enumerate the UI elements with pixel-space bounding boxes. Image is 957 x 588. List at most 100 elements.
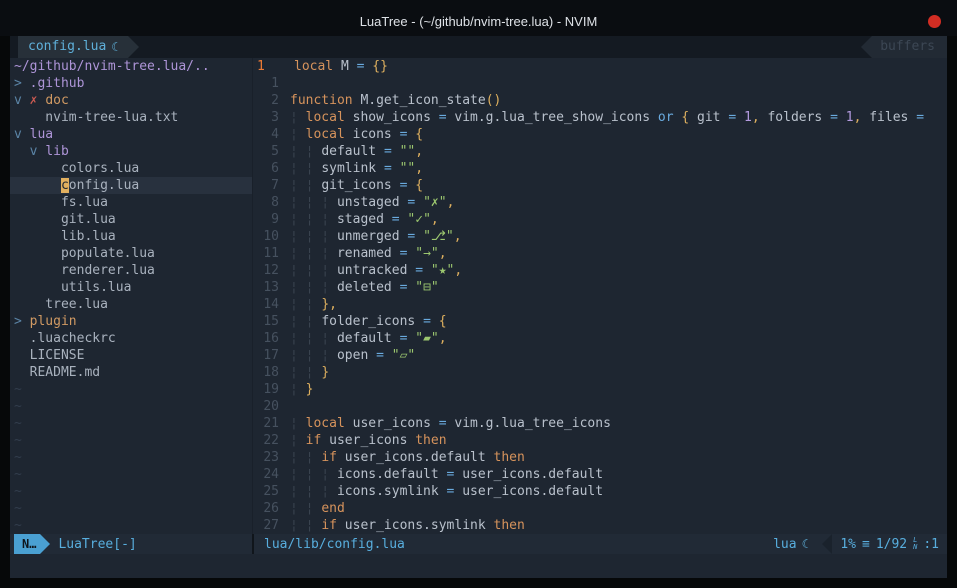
tree-row-lib-lua[interactable]: lib.lua [10,228,252,245]
code-text: ¦ if user_icons then [290,432,447,449]
code-line[interactable]: 12¦ ¦ ¦ untracked = "★", [253,262,947,279]
buffers-section[interactable]: buffers [872,36,947,58]
tree-row-doc[interactable]: v ✗ doc [10,92,252,109]
text-segment: ¦ ¦ [290,314,321,329]
tab-config-lua[interactable]: config.lua ☾ [18,36,128,58]
code-line[interactable]: 2function M.get_icon_state() [253,92,947,109]
code-line[interactable]: 7¦ ¦ git_icons = { [253,177,947,194]
code-text: ¦ ¦ folder_icons = { [290,313,447,330]
tree-row-readme[interactable]: README.md [10,364,252,381]
code-line[interactable]: 16¦ ¦ ¦ default = "▰", [253,330,947,347]
code-line[interactable]: 4¦ local icons = { [253,126,947,143]
text-segment: function [290,93,353,108]
text-segment: , [447,195,455,210]
code-line[interactable]: 20 [253,398,947,415]
text-segment: ~ [14,467,22,482]
tree-row-nvim-tree-lua-txt[interactable]: nvim-tree-lua.txt [10,109,252,126]
text-segment: , [415,161,423,176]
text-segment [392,144,400,159]
code-line[interactable]: 21 ¦ local user_icons = vim.g.lua_tree_ic… [253,415,947,432]
code-line[interactable]: 24 ¦ ¦ ¦ icons.default = user_icons.defau… [253,466,947,483]
tilde-row[interactable]: ~ [10,517,252,534]
code-line[interactable]: 5¦ ¦ default = "", [253,143,947,160]
code-line[interactable]: 6¦ ¦ symlink = "", [253,160,947,177]
line-number: 13 [253,279,281,296]
tab-label: config.lua [28,36,106,58]
code-line[interactable]: 17¦ ¦ ¦ open = "▱" [253,347,947,364]
lines-icon: ≡ [862,537,870,552]
code-line[interactable]: 8¦ ¦ ¦ unstaged = "✗", [253,194,947,211]
code-text: ¦ ¦ ¦ deleted = "⊟" [290,279,439,296]
tilde-row[interactable]: ~ [10,432,252,449]
tree-row-license[interactable]: LICENSE [10,347,252,364]
tilde-row[interactable]: ~ [10,415,252,432]
tree-row-utils-lua[interactable]: utils.lua [10,279,252,296]
text-segment: v [14,93,30,108]
code-line[interactable]: 18¦ ¦ } [253,364,947,381]
tree-row-config-lua[interactable]: config.lua [10,177,252,194]
text-segment: lib.lua [14,229,116,244]
code-line[interactable]: 26¦ ¦ end [253,500,947,517]
code-line[interactable]: 23¦ ¦ if user_icons.default then [253,449,947,466]
command-line[interactable] [10,554,947,578]
text-segment: LICENSE [14,348,84,363]
code-line[interactable]: 22¦ if user_icons then [253,432,947,449]
code-text: ¦ ¦ } [290,364,329,381]
code-text: ¦ local icons = { [290,126,423,143]
text-segment: ~ [14,382,22,397]
text-segment: ¦ ¦ [290,161,321,176]
tree-row-renderer-lua[interactable]: renderer.lua [10,262,252,279]
tree-row-tree-lua[interactable]: tree.lua [10,296,252,313]
line-number: 9 [253,211,281,228]
tilde-row[interactable]: ~ [10,500,252,517]
code-line[interactable]: 19¦ } [253,381,947,398]
tree-row-colors-lua[interactable]: colors.lua [10,160,252,177]
code-line[interactable]: 11¦ ¦ ¦ renamed = "→", [253,245,947,262]
line-number: 20 [253,398,281,415]
text-segment [924,110,932,125]
code-line[interactable]: 9¦ ¦ ¦ staged = "✓", [253,211,947,228]
tree-row-plugin[interactable]: > plugin [10,313,252,330]
tilde-row[interactable]: ~ [10,466,252,483]
tree-row-lua[interactable]: v lua [10,126,252,143]
code-line[interactable]: 1 [253,75,947,92]
code-line[interactable]: 15¦ ¦ folder_icons = { [253,313,947,330]
text-segment: , [415,144,423,159]
line-number: 21 [253,415,281,432]
code-line[interactable]: 1local M = {} [253,58,947,75]
text-segment: "" [400,144,416,159]
code-line[interactable]: 13 ¦ ¦ ¦ deleted = "⊟" [253,279,947,296]
tree-row-lib[interactable]: v lib [10,143,252,160]
text-segment: , [439,246,447,261]
tree-row-populate-lua[interactable]: populate.lua [10,245,252,262]
text-segment: v [30,144,46,159]
chevron-left-icon [822,534,832,554]
text-segment: unstaged [337,195,407,210]
code-text: ¦ ¦ git_icons = { [290,177,423,194]
code-line[interactable]: 27¦ ¦ if user_icons.symlink then [253,517,947,534]
code-line[interactable]: 25¦ ¦ ¦ icons.symlink = user_icons.defau… [253,483,947,500]
tree-row-github[interactable]: > .github [10,75,252,92]
code-text: ¦ ¦ ¦ icons.default = user_icons.default [290,466,603,483]
line-number: 24 [253,466,281,483]
tilde-row[interactable]: ~ [10,398,252,415]
text-segment: local [294,59,333,74]
code-line[interactable]: 14¦ ¦ }, [253,296,947,313]
code-text: ¦ local user_icons = vim.g.lua_tree_icon… [290,415,611,432]
close-button[interactable] [928,15,941,28]
text-segment: user_icons [321,433,415,448]
code-text: ¦ ¦ symlink = "", [290,160,423,177]
tilde-row[interactable]: ~ [10,483,252,500]
tree-row-fs-lua[interactable]: fs.lua [10,194,252,211]
text-segment: = [415,263,423,278]
code-line[interactable]: 10¦ ¦ ¦ unmerged = "⎇", [253,228,947,245]
text-segment: "⊟" [415,280,438,295]
tree-root-path[interactable]: ~/github/nvim-tree.lua/.. [10,58,252,75]
tree-row-git-lua[interactable]: git.lua [10,211,252,228]
tilde-row[interactable]: ~ [10,449,252,466]
tilde-row[interactable]: ~ [10,381,252,398]
text-segment: doc [45,93,68,108]
code-line[interactable]: 3¦ local show_icons = vim.g.lua_tree_sho… [253,109,947,126]
text-segment: "▰" [415,331,438,346]
tree-row-luacheckrc[interactable]: .luacheckrc [10,330,252,347]
